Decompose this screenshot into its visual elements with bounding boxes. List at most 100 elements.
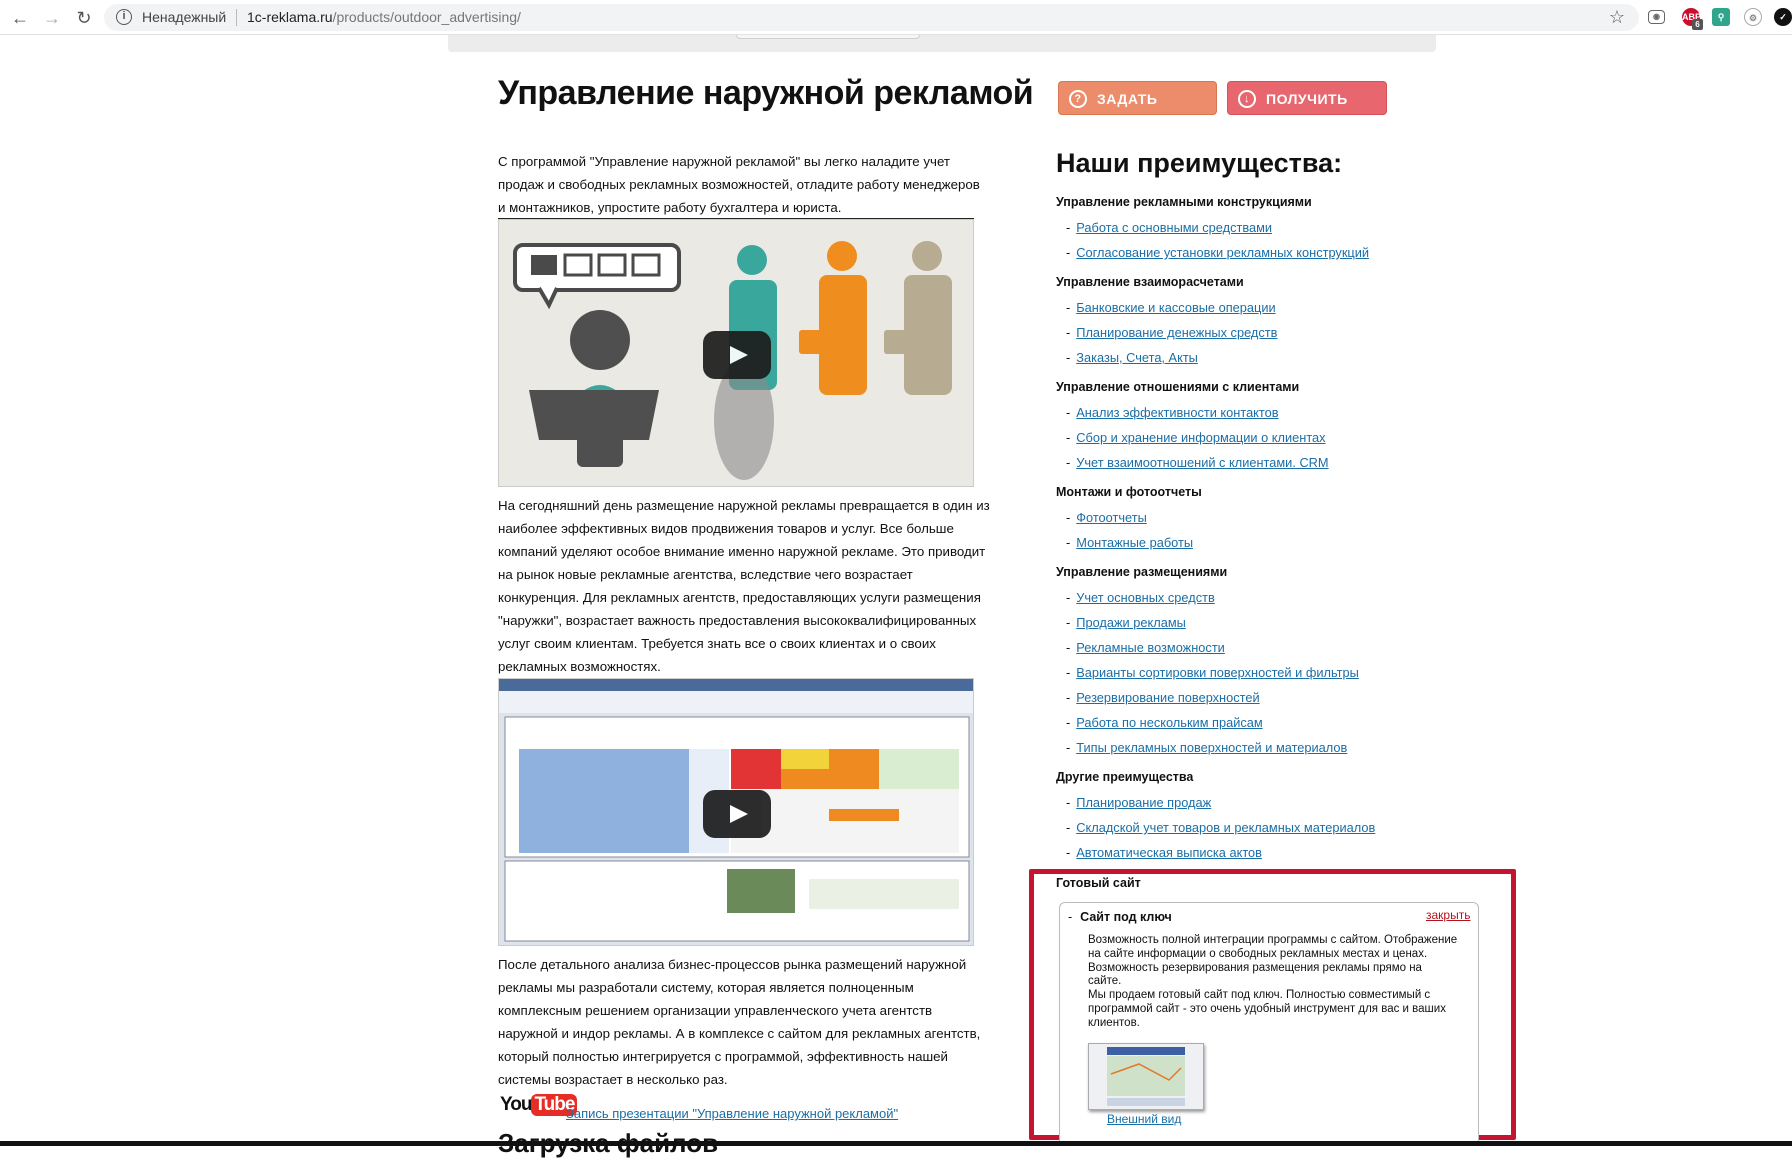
list-dash: - <box>1066 845 1071 860</box>
list-dash: - <box>1066 535 1071 550</box>
section-heading: Управление рекламными конструкциями <box>1056 195 1312 209</box>
advantage-link[interactable]: Согласование установки рекламных констру… <box>1076 245 1369 260</box>
site-map-thumbnail <box>1107 1047 1185 1106</box>
download-icon: ↓ <box>1238 90 1256 108</box>
advantage-link-item: - Банковские и кассовые операции <box>1066 300 1276 315</box>
description-text: На сегодняшний день размещение наружной … <box>498 498 990 674</box>
advantage-link-item: - Варианты сортировки поверхностей и филь… <box>1066 665 1359 680</box>
get-demo-button[interactable]: ↓ Получить демо <box>1227 81 1387 141</box>
advantage-link[interactable]: Учет основных средств <box>1076 590 1215 605</box>
play-button[interactable] <box>703 331 771 379</box>
list-dash: - <box>1066 740 1071 755</box>
close-link[interactable]: закрыть <box>1426 908 1470 922</box>
section-heading: Управление размещениями <box>1056 565 1228 579</box>
advantage-link[interactable]: Анализ эффективности контактов <box>1076 405 1278 420</box>
intro-text: С программой "Управление наружной реклам… <box>498 154 980 215</box>
advantage-link[interactable]: Работа с основными средствами <box>1076 220 1272 235</box>
advantage-link-item: - Планирование продаж <box>1066 795 1211 810</box>
advantage-link-item: - Автоматическая выписка актов <box>1066 845 1262 860</box>
advantage-link[interactable]: Планирование денежных средств <box>1076 325 1277 340</box>
separator <box>236 9 237 26</box>
settings-extension-icon[interactable]: ⚙ <box>1744 8 1762 26</box>
advantage-link[interactable]: Учет взаимоотношений с клиентами. CRM <box>1076 455 1328 470</box>
list-dash: - <box>1066 220 1071 235</box>
advantage-link[interactable]: Варианты сортировки поверхностей и фильт… <box>1076 665 1359 680</box>
section-heading: Управление отношениями с клиентами <box>1056 380 1300 394</box>
forward-icon[interactable]: → <box>40 6 64 30</box>
advantage-link-item: - Рекламные возможности <box>1066 640 1225 655</box>
list-dash: - <box>1066 405 1071 420</box>
map-pin-extension-icon[interactable]: ⚲ <box>1712 8 1730 26</box>
advantage-link[interactable]: Планирование продаж <box>1076 795 1211 810</box>
advantage-link[interactable]: Банковские и кассовые операции <box>1076 300 1275 315</box>
camera-icon[interactable]: ◉ <box>1648 10 1665 24</box>
external-view-link[interactable]: Внешний вид <box>1107 1112 1181 1126</box>
advantage-link[interactable]: Резервирование поверхностей <box>1076 690 1259 705</box>
list-dash: - <box>1066 300 1071 315</box>
security-label: Ненадежный <box>142 9 227 25</box>
url-host: 1c-reklama.ru <box>247 9 333 25</box>
advantage-link-item: - Работа по нескольким прайсам <box>1066 715 1263 730</box>
presentation-video-link[interactable]: Запись презентации "Управление наружной … <box>566 1106 898 1121</box>
list-dash: - <box>1066 245 1071 260</box>
section-heading: Монтажи и фотоотчеты <box>1056 485 1202 499</box>
video-player-1[interactable] <box>498 219 974 487</box>
site-screenshot-thumbnail[interactable] <box>1088 1043 1204 1110</box>
page-header-strip <box>448 35 1436 52</box>
address-bar[interactable]: i Ненадежный 1c-reklama.ru/products/outd… <box>104 4 1639 31</box>
advantage-link[interactable]: Заказы, Счета, Акты <box>1076 350 1198 365</box>
back-icon[interactable]: ← <box>8 6 32 30</box>
advantage-link[interactable]: Сбор и хранение информации о клиентах <box>1076 430 1325 445</box>
section-heading: Управление взаиморасчетами <box>1056 275 1244 289</box>
advantage-link-item: - Учет основных средств <box>1066 590 1215 605</box>
question-icon: ? <box>1069 90 1087 108</box>
extension-badge: 6 <box>1692 19 1703 30</box>
ready-site-item-label: Сайт под ключ <box>1080 910 1172 924</box>
info-icon[interactable]: i <box>116 9 132 25</box>
advantages-title: Наши преимущества: <box>1056 148 1343 178</box>
advantage-link-item: - Учет взаимоотношений с клиентами. CRM <box>1066 455 1329 470</box>
browser-toolbar: ← → ↻ i Ненадежный 1c-reklama.ru/product… <box>0 0 1792 35</box>
ask-question-button[interactable]: ? Задать вопрос <box>1058 81 1217 141</box>
url-path: /products/outdoor_advertising/ <box>332 9 521 25</box>
advantage-link-item: - Работа с основными средствами <box>1066 220 1272 235</box>
youtube-logo-you: You <box>500 1094 533 1115</box>
advantage-link-item: - Планирование денежных средств <box>1066 325 1277 340</box>
bottom-bar <box>0 1141 1792 1146</box>
advantage-link[interactable]: Фотоотчеты <box>1076 510 1147 525</box>
advantage-link-item: - Заказы, Счета, Акты <box>1066 350 1198 365</box>
collapse-dash: - <box>1068 910 1073 924</box>
ready-site-text-2: Мы продаем готовый сайт под ключ. Полнос… <box>1088 989 1446 1029</box>
list-dash: - <box>1066 615 1071 630</box>
advantage-link-item: - Анализ эффективности контактов <box>1066 405 1279 420</box>
url-text[interactable]: 1c-reklama.ru/products/outdoor_advertisi… <box>247 9 521 25</box>
bookmark-star-icon[interactable]: ☆ <box>1609 7 1625 28</box>
checkmark-extension-icon[interactable]: ✓ <box>1774 8 1792 26</box>
list-dash: - <box>1066 640 1071 655</box>
list-dash: - <box>1066 820 1071 835</box>
advantage-link[interactable]: Продажи рекламы <box>1076 615 1186 630</box>
reload-icon[interactable]: ↻ <box>72 6 96 30</box>
analysis-text: После детального анализа бизнес-процессо… <box>498 957 981 1087</box>
ready-site-item-title[interactable]: - Сайт под ключ <box>1068 910 1172 924</box>
list-dash: - <box>1066 350 1071 365</box>
advantage-link[interactable]: Рекламные возможности <box>1076 640 1225 655</box>
advantage-link-item: - Складской учет товаров и рекламных мате… <box>1066 820 1375 835</box>
advantage-link-item: - Резервирование поверхностей <box>1066 690 1260 705</box>
advantage-link-item: - Согласование установки рекламных констр… <box>1066 245 1369 260</box>
advantage-link[interactable]: Типы рекламных поверхностей и материалов <box>1076 740 1347 755</box>
ask-question-label: Задать вопрос <box>1097 91 1161 141</box>
ready-site-description: Возможность полной интеграции программы … <box>1088 934 1458 1031</box>
advantage-link-item: - Монтажные работы <box>1066 535 1193 550</box>
list-dash: - <box>1066 690 1071 705</box>
advantage-link[interactable]: Складской учет товаров и рекламных матер… <box>1076 820 1375 835</box>
get-demo-label: Получить демо <box>1266 91 1348 141</box>
video-player-2[interactable] <box>498 678 974 946</box>
page-title: Управление наружной рекламой <box>498 74 1034 112</box>
advantage-link[interactable]: Работа по нескольким прайсам <box>1076 715 1262 730</box>
play-button[interactable] <box>703 790 771 838</box>
list-dash: - <box>1066 510 1071 525</box>
advantage-link[interactable]: Монтажные работы <box>1076 535 1193 550</box>
advantage-link[interactable]: Автоматическая выписка актов <box>1076 845 1262 860</box>
advantage-link-item: - Продажи рекламы <box>1066 615 1186 630</box>
